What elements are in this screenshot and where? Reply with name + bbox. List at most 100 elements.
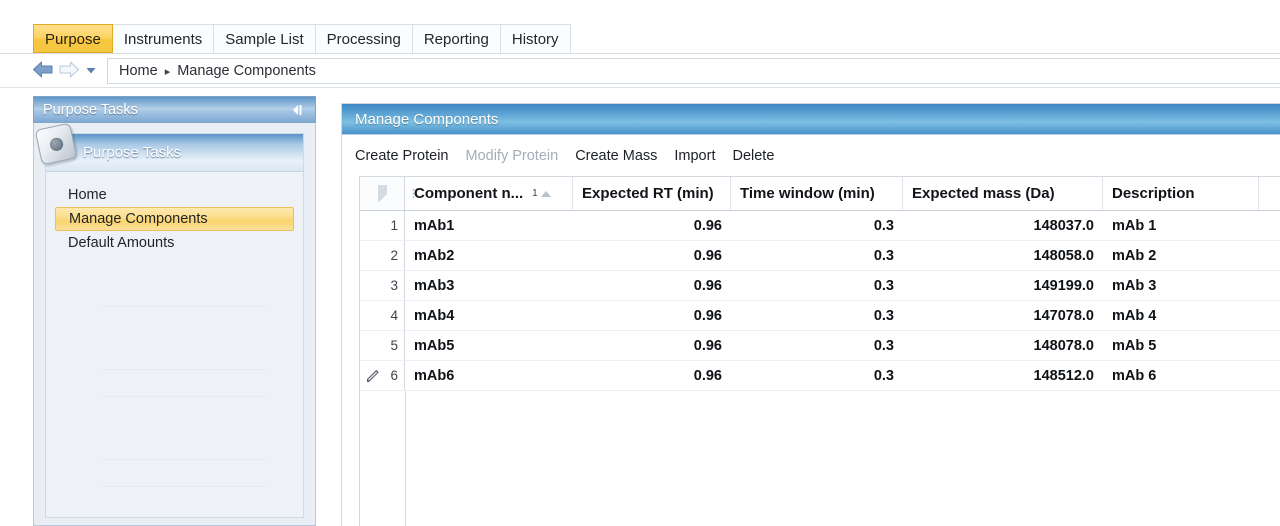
cell-expected-rt[interactable]: 0.96	[573, 241, 731, 270]
application-window: Purpose Instruments Sample List Processi…	[0, 0, 1280, 526]
cell-description[interactable]: mAb 1	[1103, 211, 1259, 240]
cell-expected-rt[interactable]: 0.96	[573, 361, 731, 390]
cell-time-window[interactable]: 0.3	[731, 241, 903, 270]
breadcrumb-item-manage-components[interactable]: Manage Components	[177, 63, 316, 79]
edit-pencil-icon	[366, 369, 380, 383]
column-header-component-name[interactable]: ⋮ Component n... 1	[405, 177, 573, 210]
sidebar-item-label: Manage Components	[69, 211, 208, 227]
tab-sample-list[interactable]: Sample List	[214, 24, 316, 53]
purpose-tasks-group: Purpose Tasks Home Manage Components Def…	[34, 123, 304, 518]
column-header-time-window[interactable]: Time window (min)	[731, 177, 903, 210]
row-header[interactable]: 2	[360, 241, 405, 270]
column-header-description[interactable]: Description	[1103, 177, 1259, 210]
cell-description[interactable]: mAb 2	[1103, 241, 1259, 270]
column-header-expected-mass[interactable]: Expected mass (Da)	[903, 177, 1103, 210]
cell-description[interactable]: mAb 3	[1103, 271, 1259, 300]
sidebar-decorative-rules	[102, 306, 265, 487]
cell-expected-mass[interactable]: 147078.0	[903, 301, 1103, 330]
sort-ascending-icon	[540, 190, 551, 197]
create-mass-button[interactable]: Create Mass	[575, 148, 657, 164]
sidebar-item-manage-components[interactable]: Manage Components	[55, 207, 294, 231]
cell-expected-rt[interactable]: 0.96	[573, 211, 731, 240]
cell-description[interactable]: mAb 5	[1103, 331, 1259, 360]
row-header[interactable]: 4	[360, 301, 405, 330]
cell-expected-mass[interactable]: 148512.0	[903, 361, 1103, 390]
column-header-label: Description	[1112, 185, 1195, 202]
row-number: 3	[390, 278, 398, 293]
tab-instruments[interactable]: Instruments	[112, 24, 215, 53]
column-header-filler	[1259, 177, 1280, 210]
cell-expected-rt[interactable]: 0.96	[573, 271, 731, 300]
row-header[interactable]: 1	[360, 211, 405, 240]
cell-time-window[interactable]: 0.3	[731, 361, 903, 390]
tab-processing[interactable]: Processing	[315, 24, 413, 53]
grid-empty-area	[360, 391, 1280, 526]
cell-filler	[1259, 361, 1280, 390]
modify-protein-button: Modify Protein	[465, 147, 559, 164]
cell-expected-mass[interactable]: 148037.0	[903, 211, 1103, 240]
tab-label: Processing	[326, 31, 401, 48]
back-arrow-icon[interactable]	[32, 61, 54, 78]
chevron-down-icon[interactable]	[84, 63, 98, 77]
cell-filler	[1259, 331, 1280, 360]
sort-indicator[interactable]: 1	[532, 188, 551, 199]
table-row[interactable]: 5 mAb5 0.96 0.3 148078.0 mAb 5	[360, 331, 1280, 361]
cell-component-name[interactable]: mAb4	[405, 301, 573, 330]
row-header[interactable]: 6	[360, 361, 405, 390]
cell-filler	[1259, 271, 1280, 300]
column-header-label: Component n...	[414, 185, 524, 202]
sidebar-item-default-amounts[interactable]: Default Amounts	[55, 231, 294, 255]
row-header[interactable]: 3	[360, 271, 405, 300]
row-header[interactable]: 5	[360, 331, 405, 360]
cell-expected-mass[interactable]: 149199.0	[903, 271, 1103, 300]
cell-component-name[interactable]: mAb1	[405, 211, 573, 240]
tab-purpose[interactable]: Purpose	[33, 24, 113, 53]
forward-arrow-icon	[58, 61, 80, 78]
column-drag-handle-icon[interactable]: ⋮	[408, 188, 419, 199]
row-number: 6	[390, 368, 398, 383]
cell-description[interactable]: mAb 6	[1103, 361, 1259, 390]
create-protein-button[interactable]: Create Protein	[355, 148, 449, 164]
cell-filler	[1259, 241, 1280, 270]
cell-component-name[interactable]: mAb2	[405, 241, 573, 270]
column-header-expected-rt[interactable]: Expected RT (min)	[573, 177, 731, 210]
table-row[interactable]: 3 mAb3 0.96 0.3 149199.0 mAb 3	[360, 271, 1280, 301]
cell-time-window[interactable]: 0.3	[731, 331, 903, 360]
purpose-tasks-group-title: Purpose Tasks	[83, 144, 182, 161]
tab-history[interactable]: History	[500, 24, 571, 53]
breadcrumb-bar: Home ▸ Manage Components	[0, 54, 1280, 88]
cell-component-name[interactable]: mAb6	[405, 361, 573, 390]
sidebar-item-label: Default Amounts	[68, 235, 175, 251]
sidebar-item-home[interactable]: Home	[55, 183, 294, 207]
cell-time-window[interactable]: 0.3	[731, 301, 903, 330]
cell-expected-rt[interactable]: 0.96	[573, 331, 731, 360]
table-row[interactable]: 1 mAb1 0.96 0.3 148037.0 mAb 1	[360, 211, 1280, 241]
breadcrumb[interactable]: Home ▸ Manage Components	[107, 58, 1280, 84]
breadcrumb-item-home[interactable]: Home	[119, 63, 158, 79]
components-toolbar: Create Protein Modify Protein Create Mas…	[342, 135, 1280, 176]
collapse-left-icon[interactable]	[288, 101, 308, 119]
cell-time-window[interactable]: 0.3	[731, 211, 903, 240]
cell-expected-rt[interactable]: 0.96	[573, 301, 731, 330]
delete-button[interactable]: Delete	[732, 148, 774, 164]
column-header-label: Time window (min)	[740, 185, 875, 202]
cell-component-name[interactable]: mAb5	[405, 331, 573, 360]
components-grid: ⋮ Component n... 1 Expected RT (min) Tim…	[359, 176, 1280, 526]
sidebar-item-label: Home	[68, 187, 107, 203]
cell-expected-mass[interactable]: 148078.0	[903, 331, 1103, 360]
select-all-triangle-icon[interactable]	[360, 177, 405, 210]
table-row[interactable]: 4 mAb4 0.96 0.3 147078.0 mAb 4	[360, 301, 1280, 331]
cell-component-name[interactable]: mAb3	[405, 271, 573, 300]
cell-time-window[interactable]: 0.3	[731, 271, 903, 300]
main-tab-bar: Purpose Instruments Sample List Processi…	[0, 0, 1280, 54]
cell-expected-mass[interactable]: 148058.0	[903, 241, 1103, 270]
tab-strip: Purpose Instruments Sample List Processi…	[33, 22, 571, 53]
tab-label: Sample List	[225, 31, 304, 48]
cell-description[interactable]: mAb 4	[1103, 301, 1259, 330]
import-button[interactable]: Import	[674, 148, 715, 164]
table-row[interactable]: 6 mAb6 0.96 0.3 148512.0 mAb 6	[360, 361, 1280, 391]
tab-reporting[interactable]: Reporting	[412, 24, 501, 53]
purpose-tasks-panel-header: Purpose Tasks	[33, 96, 316, 123]
grid-row-header-rail	[360, 391, 406, 526]
table-row[interactable]: 2 mAb2 0.96 0.3 148058.0 mAb 2	[360, 241, 1280, 271]
